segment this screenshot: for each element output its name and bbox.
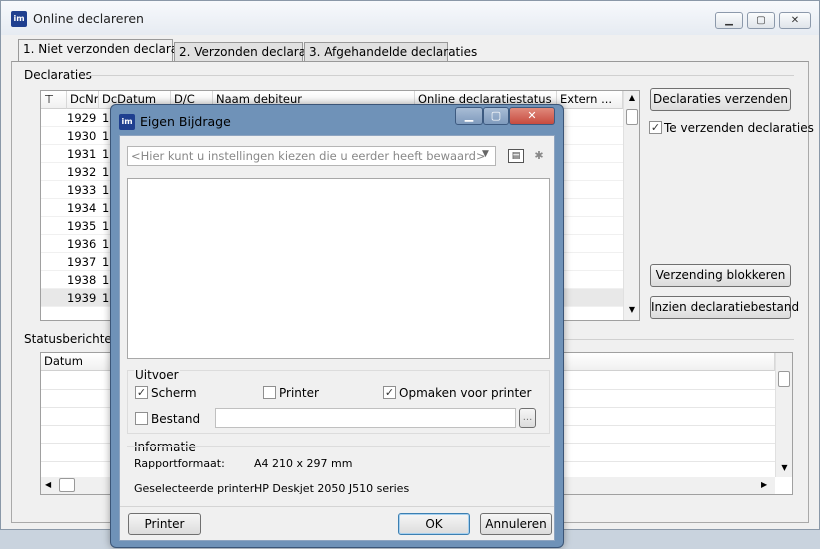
status-vscrollbar[interactable]: ▼ [775,353,792,477]
declaraties-verzenden-button[interactable]: Declaraties verzenden [650,88,791,111]
group-divider [85,75,794,76]
col-extern[interactable]: Extern ... [557,91,623,109]
printer-checkbox[interactable] [263,386,276,399]
scroll-thumb[interactable] [778,371,790,387]
app-icon: im [11,11,27,27]
dcnr-cell: 1938 [67,273,96,287]
declaraties-group-label: Declaraties [24,68,92,82]
scroll-left-icon[interactable]: ◀ [45,480,51,489]
annuleren-button[interactable]: Annuleren [480,513,552,535]
save-settings-icon[interactable]: ▤ [508,149,524,163]
bestand-path-input[interactable] [215,408,516,428]
bestand-label: Bestand [151,412,201,426]
eigen-bijdrage-dialog: im Eigen Bijdrage ▁ ▢ ✕ <Hier kunt u ins… [110,104,564,548]
col-dcnr[interactable]: DcNr [67,91,99,109]
tab-verzonden[interactable]: 2. Verzonden declaraties [174,42,328,62]
close-button[interactable]: ✕ [779,12,811,29]
scherm-label: Scherm [151,386,197,400]
app-icon: im [119,114,135,130]
dialog-body: <Hier kunt u instellingen kiezen die u e… [119,135,555,541]
settings-placeholder: <Hier kunt u instellingen kiezen die u e… [131,149,486,163]
title-bar: im Online declareren ▁ ▢ ✕ [1,1,819,35]
opmaken-label: Opmaken voor printer [399,386,532,400]
printer-label: Printer [279,386,319,400]
settings-combobox[interactable]: <Hier kunt u instellingen kiezen die u e… [127,146,496,166]
dialog-close-button[interactable]: ✕ [509,107,555,125]
chevron-down-icon[interactable]: ▼ [482,149,489,159]
uitvoer-label: Uitvoer [134,368,180,382]
verzending-blokkeren-button[interactable]: Verzending blokkeren [650,264,791,287]
ok-button[interactable]: OK [398,513,470,535]
dcnr-cell: 1932 [67,165,96,179]
dcnr-cell: 1934 [67,201,96,215]
tab-afgehandeld[interactable]: 3. Afgehandelde declaraties [304,42,477,62]
inzien-declaratiebestand-button[interactable]: Inzien declaratiebestand [650,296,799,319]
bestand-checkbox[interactable] [135,412,148,425]
preview-area[interactable] [127,178,550,359]
dcnr-cell: 1939 [67,291,96,305]
scroll-thumb[interactable] [59,478,75,492]
rapportformaat-label: Rapportformaat: [134,457,225,470]
dcnr-cell: 1929 [67,111,96,125]
dialog-minimize-button[interactable]: ▁ [455,107,483,125]
dialog-title: Eigen Bijdrage [140,114,231,129]
dialog-maximize-button[interactable]: ▢ [483,107,509,125]
scroll-up-icon[interactable]: ▲ [624,93,640,102]
minimize-button[interactable]: ▁ [715,12,743,29]
dcnr-cell: 1930 [67,129,96,143]
te-verzenden-checkbox[interactable]: ✓ [649,121,662,134]
printer-button[interactable]: Printer [128,513,201,535]
window-title: Online declareren [33,11,144,26]
scherm-checkbox[interactable]: ✓ [135,386,148,399]
dcnr-cell: 1931 [67,147,96,161]
delete-settings-icon[interactable]: ✱ [532,149,546,163]
dcnr-cell: 1933 [67,183,96,197]
declaraties-scrollbar[interactable]: ▲ ▼ [623,91,639,320]
scroll-down-icon[interactable]: ▼ [776,463,793,472]
te-verzenden-label: Te verzenden declaraties [664,121,814,135]
geselecteerde-printer-value: HP Deskjet 2050 J510 series [254,482,410,495]
maximize-button[interactable]: ▢ [747,12,775,29]
rapportformaat-value: A4 210 x 297 mm [254,457,353,470]
footer-divider [120,506,554,507]
browse-button[interactable]: ... [519,408,536,428]
dcnr-cell: 1937 [67,255,96,269]
opmaken-checkbox[interactable]: ✓ [383,386,396,399]
dcnr-cell: 1935 [67,219,96,233]
scroll-right-icon[interactable]: ▶ [761,480,767,489]
statusberichten-group-label: Statusberichten [24,332,120,346]
scroll-thumb[interactable] [626,109,638,125]
tab-niet-verzonden[interactable]: 1. Niet verzonden declaraties [18,39,200,62]
dcnr-cell: 1936 [67,237,96,251]
scroll-down-icon[interactable]: ▼ [624,305,640,314]
geselecteerde-printer-label: Geselecteerde printer: [134,482,258,495]
filter-icon[interactable]: ⊤ [41,91,67,109]
